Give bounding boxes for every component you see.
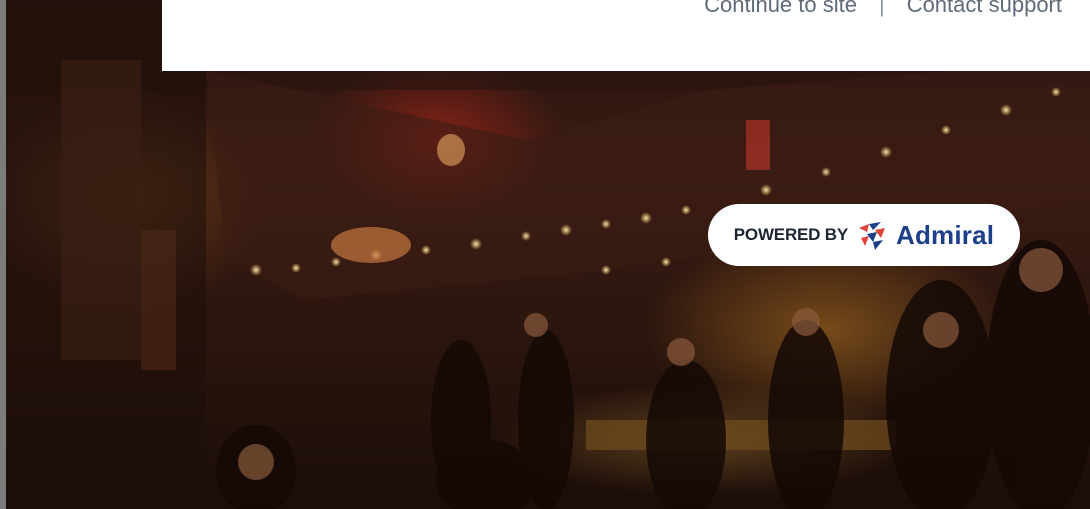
- admiral-logo-icon: [855, 218, 889, 252]
- continue-to-site-link[interactable]: Continue to site: [704, 0, 857, 17]
- top-bar: Continue to site | Contact support: [162, 0, 1090, 71]
- link-separator: |: [878, 0, 885, 17]
- powered-by-admiral-badge[interactable]: POWERED BY Admiral: [708, 204, 1020, 266]
- contact-support-link[interactable]: Contact support: [907, 0, 1062, 17]
- badge-prefix-text: POWERED BY: [733, 225, 848, 244]
- topbar-links: Continue to site | Contact support: [704, 0, 1062, 18]
- badge-brand-text: Admiral: [895, 219, 995, 250]
